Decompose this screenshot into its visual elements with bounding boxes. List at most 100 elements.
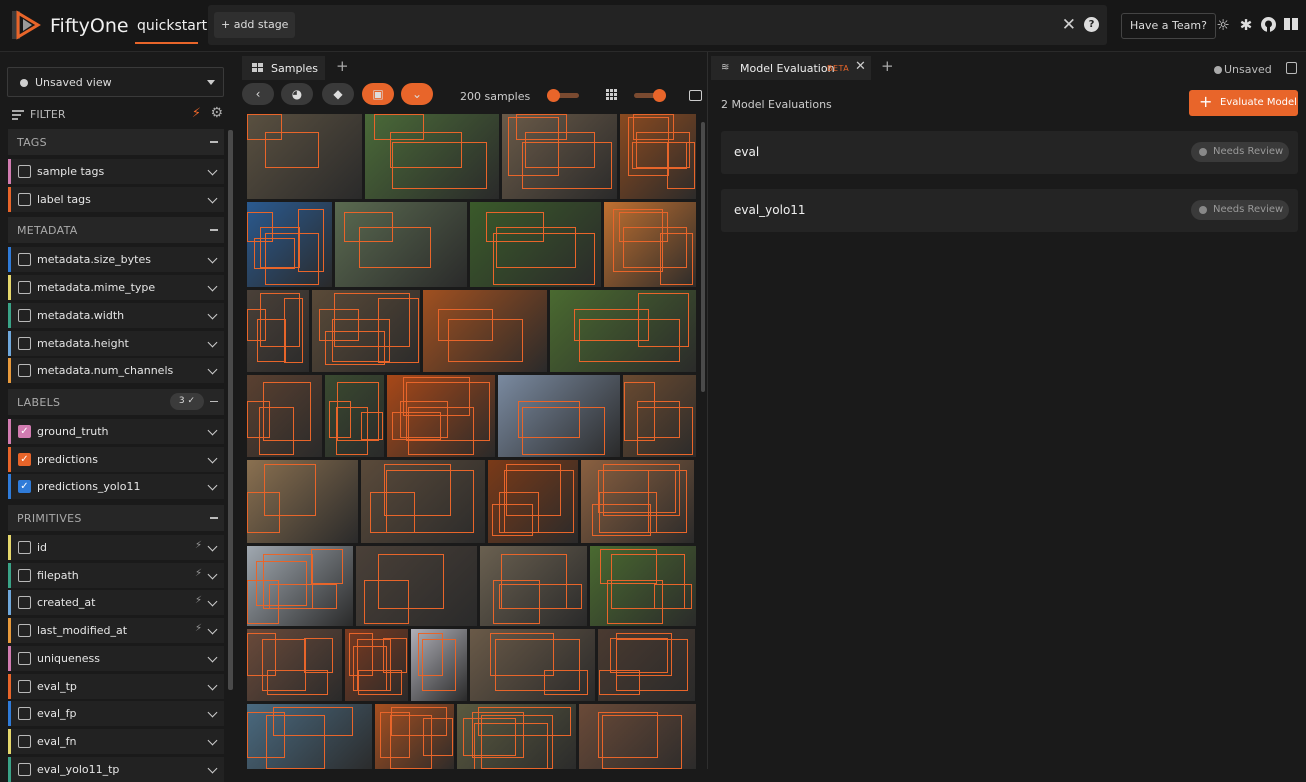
sample-thumbnail[interactable] <box>620 114 696 199</box>
sample-thumbnail[interactable] <box>247 202 332 287</box>
github-icon[interactable] <box>1259 16 1277 34</box>
label-visibility-icon[interactable]: ▣ <box>362 83 394 105</box>
chevron-down-icon[interactable] <box>207 596 218 607</box>
slack-icon[interactable]: ✱ <box>1237 16 1255 34</box>
sample-thumbnail[interactable] <box>498 375 620 457</box>
selected-count-badge[interactable]: 3 ✓ <box>170 392 204 410</box>
sample-thumbnail[interactable] <box>581 460 694 543</box>
back-button[interactable]: ‹ <box>242 83 274 105</box>
field-row-created-at[interactable]: created_at ⚡ <box>8 590 224 616</box>
sample-thumbnail[interactable] <box>423 290 547 372</box>
evaluation-card[interactable]: eval Needs Review <box>721 131 1298 174</box>
sample-thumbnail[interactable] <box>247 704 372 769</box>
chevron-down-icon[interactable] <box>207 337 218 347</box>
field-row-eval-yolo11-tp[interactable]: eval_yolo11_tp <box>8 756 224 782</box>
field-row-metadata-num-channels[interactable]: metadata.num_channels <box>8 358 224 384</box>
help-icon[interactable]: ? <box>1084 17 1099 32</box>
chevron-down-icon[interactable] <box>207 253 218 264</box>
sample-thumbnail[interactable] <box>247 546 353 626</box>
field-row-id[interactable]: id ⚡ <box>8 535 224 560</box>
thumbnail-size-slider[interactable] <box>634 89 666 102</box>
sample-thumbnail[interactable] <box>411 629 467 701</box>
color-palette-icon[interactable]: ◕ <box>281 83 313 105</box>
zoom-slider-knob[interactable] <box>547 89 560 102</box>
chevron-down-icon[interactable] <box>207 281 218 292</box>
tab-model-evaluation[interactable]: ≋ Model Evaluation BETA ✕ <box>711 56 871 80</box>
sample-thumbnail[interactable] <box>457 704 576 769</box>
sample-thumbnail[interactable] <box>345 629 408 701</box>
field-row-last-modified-at[interactable]: last_modified_at ⚡ <box>8 618 224 644</box>
checkbox[interactable] <box>18 762 31 776</box>
tab-samples[interactable]: Samples <box>242 56 325 80</box>
sample-thumbnail[interactable] <box>247 375 322 457</box>
checkbox[interactable] <box>18 541 31 554</box>
chevron-down-icon[interactable] <box>207 193 218 204</box>
field-row-metadata-size-bytes[interactable]: metadata.size_bytes <box>8 247 224 273</box>
lightning-icon[interactable]: ⚡ <box>195 540 202 551</box>
checkbox-checked[interactable]: ✓ <box>18 424 31 438</box>
sample-thumbnail[interactable] <box>375 704 454 769</box>
section-header-labels[interactable]: LABELS 3 ✓ <box>8 388 224 415</box>
gear-icon[interactable]: ⚙ <box>210 105 223 121</box>
split-panel-icon[interactable] <box>1286 62 1297 74</box>
evaluate-model-button[interactable]: + Evaluate Model <box>1189 90 1298 116</box>
collapse-icon[interactable] <box>210 517 218 519</box>
view-stage-bar[interactable]: + add stage ✕ ? <box>208 5 1107 45</box>
field-row-filepath[interactable]: filepath ⚡ <box>8 562 224 588</box>
have-a-team-button[interactable]: Have a Team? <box>1121 13 1216 39</box>
chevron-down-icon[interactable] <box>207 453 218 464</box>
checkbox[interactable] <box>18 192 31 206</box>
grid-layout-icon[interactable] <box>606 89 618 101</box>
add-panel-button[interactable]: + <box>336 57 349 75</box>
grid-scrollbar[interactable] <box>701 122 705 392</box>
field-row-ground-truth[interactable]: ✓ ground_truth <box>8 418 224 444</box>
section-header-metadata[interactable]: METADATA <box>8 217 224 244</box>
checkbox[interactable] <box>18 596 31 610</box>
thumbnail-size-knob[interactable] <box>653 89 666 102</box>
chevron-down-icon[interactable] <box>207 480 218 491</box>
sidebar-scrollbar[interactable] <box>228 130 233 690</box>
sample-thumbnail[interactable] <box>325 375 384 457</box>
checkbox[interactable] <box>18 336 31 350</box>
collapse-icon[interactable] <box>210 400 218 403</box>
field-row-sample-tags[interactable]: sample tags <box>8 159 224 184</box>
sample-thumbnail[interactable] <box>623 375 696 457</box>
checkbox-checked[interactable]: ✓ <box>18 480 31 494</box>
sample-thumbnail[interactable] <box>335 202 467 287</box>
sample-thumbnail[interactable] <box>387 375 495 457</box>
tag-icon[interactable]: ◆ <box>322 83 354 105</box>
checkbox-checked[interactable]: ✓ <box>18 452 31 466</box>
dataset-selector[interactable]: quickstart <box>137 18 207 34</box>
section-header-primitives[interactable]: PRIMITIVES <box>8 505 224 531</box>
sample-thumbnail[interactable] <box>470 202 601 287</box>
sample-thumbnail[interactable] <box>247 460 358 543</box>
collapse-icon[interactable] <box>210 229 218 231</box>
checkbox[interactable] <box>18 679 31 693</box>
collapse-icon[interactable] <box>210 141 218 143</box>
field-row-eval-fp[interactable]: eval_fp <box>8 701 224 727</box>
sample-thumbnail[interactable] <box>247 629 342 701</box>
sample-thumbnail[interactable] <box>604 202 696 287</box>
add-stage-button[interactable]: + add stage <box>214 12 296 38</box>
checkbox[interactable] <box>18 734 31 748</box>
chevron-down-icon[interactable] <box>207 624 218 635</box>
checkbox[interactable] <box>18 651 31 665</box>
zoom-slider[interactable] <box>547 89 579 102</box>
section-header-tags[interactable]: TAGS <box>8 129 224 155</box>
checkbox[interactable] <box>18 308 31 322</box>
sample-thumbnail[interactable] <box>579 704 696 769</box>
chevron-down-icon[interactable] <box>207 364 218 375</box>
evaluation-card[interactable]: eval_yolo11 Needs Review <box>721 189 1298 232</box>
chevron-down-icon[interactable] <box>207 652 218 663</box>
chevron-down-icon[interactable] <box>207 569 218 580</box>
field-row-metadata-height[interactable]: metadata.height <box>8 330 224 356</box>
checkbox[interactable] <box>18 568 31 582</box>
chevron-down-icon[interactable] <box>207 680 218 690</box>
sample-thumbnail[interactable] <box>488 460 578 543</box>
add-panel-button[interactable]: + <box>881 57 894 75</box>
checkbox[interactable] <box>18 624 31 638</box>
field-row-uniqueness[interactable]: uniqueness <box>8 645 224 671</box>
lightning-icon[interactable]: ⚡ <box>195 568 202 579</box>
lightning-icon[interactable]: ⚡ <box>195 623 202 634</box>
field-row-metadata-mime-type[interactable]: metadata.mime_type <box>8 275 224 301</box>
